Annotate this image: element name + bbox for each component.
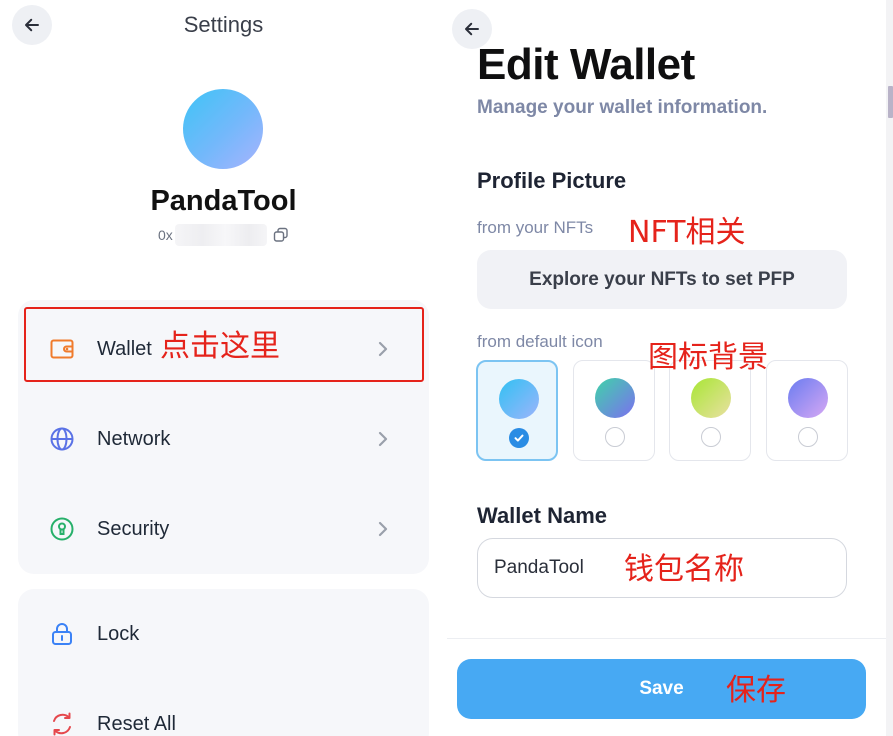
page-title: Settings <box>183 12 264 37</box>
menu-item-security[interactable]: Security <box>18 484 429 574</box>
window-edge-mark <box>888 86 893 118</box>
keyhole-icon <box>48 515 76 543</box>
from-default-label: from default icon <box>477 332 603 351</box>
menu-label: Reset All <box>97 712 176 735</box>
default-icon-option[interactable] <box>573 360 655 461</box>
save-button[interactable]: Save <box>457 659 866 719</box>
annotation-nft: NFT相关 <box>628 215 746 250</box>
explore-nfts-button[interactable]: Explore your NFTs to set PFP <box>477 250 847 309</box>
copy-icon[interactable] <box>273 227 289 243</box>
address-prefix: 0x <box>158 227 173 243</box>
chevron-right-icon <box>374 340 392 358</box>
menu-item-reset-all[interactable]: Reset All <box>18 679 429 736</box>
annotation-wallet: 点击这里 <box>160 329 280 364</box>
profile-name: PandaTool <box>150 185 297 217</box>
radio-button[interactable] <box>509 428 529 448</box>
avatar <box>183 89 263 169</box>
wallet-address: 0x <box>158 224 289 246</box>
menu-label: Network <box>97 427 171 450</box>
settings-panel: Settings PandaTool 0x Wallet Network Sec… <box>0 0 447 736</box>
radio-button[interactable] <box>798 427 818 447</box>
check-icon <box>514 434 524 442</box>
annotation-icon-background: 图标背景 <box>648 340 768 375</box>
default-icon-option[interactable] <box>766 360 848 461</box>
page-title: Edit Wallet <box>477 40 695 89</box>
icon-preview <box>499 379 539 419</box>
wallet-name-heading: Wallet Name <box>477 503 608 528</box>
from-nfts-label: from your NFTs <box>477 218 594 237</box>
menu-item-network[interactable]: Network <box>18 394 429 484</box>
icon-preview <box>788 378 828 418</box>
wallet-icon <box>48 335 76 363</box>
divider <box>447 638 893 639</box>
icon-preview <box>595 378 635 418</box>
menu-item-lock[interactable]: Lock <box>18 589 429 679</box>
reset-icon <box>48 710 76 736</box>
menu-label: Security <box>97 517 170 540</box>
radio-button[interactable] <box>701 427 721 447</box>
annotation-save: 保存 <box>726 673 786 708</box>
default-icon-option[interactable] <box>669 360 751 461</box>
menu-label: Lock <box>97 622 140 645</box>
globe-icon <box>48 425 76 453</box>
page-subtitle: Manage your wallet information. <box>477 97 768 118</box>
arrow-left-icon <box>465 22 479 36</box>
settings-menu-secondary: Lock Reset All <box>18 589 429 736</box>
profile-picture-heading: Profile Picture <box>477 168 627 193</box>
lock-icon <box>48 620 76 648</box>
annotation-wallet-name: 钱包名称 <box>624 552 744 587</box>
chevron-right-icon <box>374 520 392 538</box>
address-redacted <box>174 224 267 246</box>
icon-preview <box>691 378 731 418</box>
radio-button[interactable] <box>605 427 625 447</box>
chevron-right-icon <box>374 430 392 448</box>
menu-label: Wallet <box>97 337 152 360</box>
default-icon-option[interactable] <box>476 360 558 461</box>
